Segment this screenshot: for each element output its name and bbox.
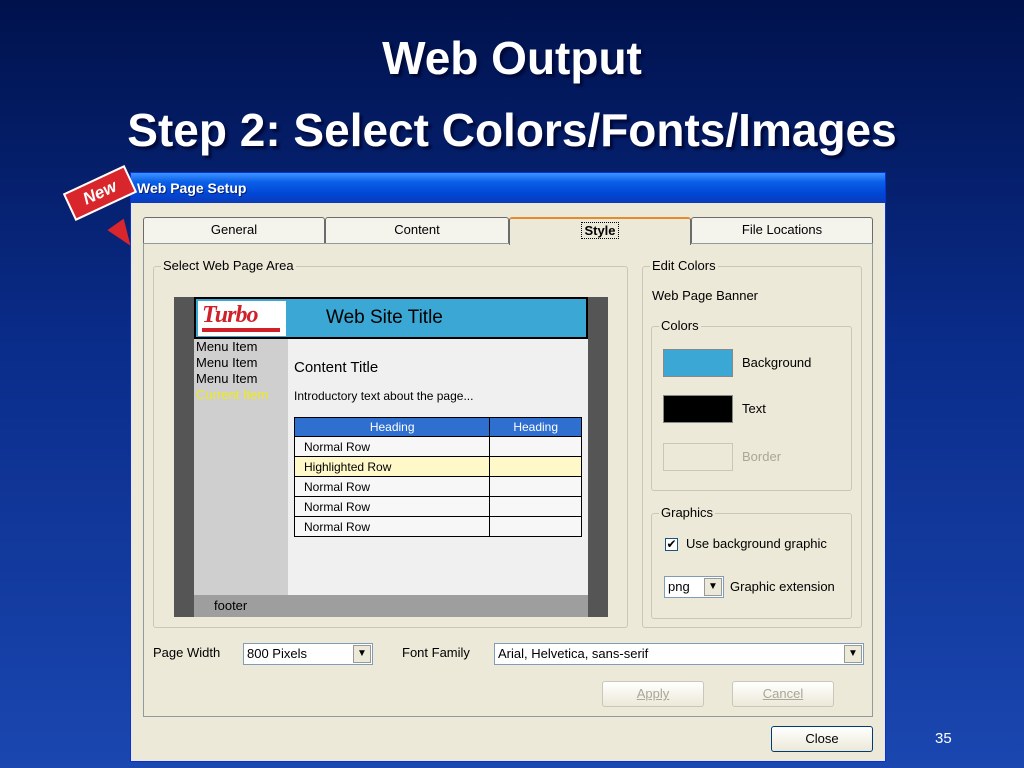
use-background-graphic-checkbox[interactable]: ✔ xyxy=(665,538,678,551)
web-page-preview[interactable]: Turbo Web Site Title Menu Item Menu Item… xyxy=(174,297,608,617)
dialog-titlebar: Web Page Setup xyxy=(131,173,885,203)
colors-group: Colors Background Text Border xyxy=(651,318,852,491)
font-family-select[interactable]: Arial, Helvetica, sans-serif ▼ xyxy=(494,643,864,665)
chevron-down-icon[interactable]: ▼ xyxy=(844,645,862,663)
logo-text: Turbo xyxy=(202,302,258,328)
cancel-button[interactable]: Cancel xyxy=(732,681,834,707)
font-family-value: Arial, Helvetica, sans-serif xyxy=(498,646,649,661)
tab-style-label: Style xyxy=(581,222,619,239)
preview-table-heading: Heading xyxy=(489,417,582,437)
preview-banner[interactable]: Turbo Web Site Title xyxy=(194,297,588,339)
selected-area-label: Web Page Banner xyxy=(652,288,758,303)
preview-menu[interactable]: Menu Item Menu Item Menu Item Current It… xyxy=(194,339,288,595)
background-color-label: Background xyxy=(742,355,812,370)
apply-button[interactable]: Apply xyxy=(602,681,704,707)
tab-general[interactable]: General xyxy=(143,217,325,243)
use-background-graphic-label: Use background graphic xyxy=(686,536,827,551)
text-color-label: Text xyxy=(742,401,766,416)
empty-cell xyxy=(489,516,582,537)
style-tab-panel: Select Web Page Area Turbo Web Site Titl… xyxy=(143,243,873,717)
graphic-extension-label: Graphic extension xyxy=(730,579,835,594)
close-button[interactable]: Close xyxy=(771,726,873,752)
preview-footer[interactable]: footer xyxy=(194,595,588,617)
tab-style[interactable]: Style xyxy=(509,217,691,245)
background-color-swatch[interactable] xyxy=(663,349,733,377)
font-family-label: Font Family xyxy=(402,645,470,660)
turbo-logo: Turbo xyxy=(198,301,286,336)
page-width-value: 800 Pixels xyxy=(247,646,307,661)
preview-normal-row: Normal Row xyxy=(293,496,491,517)
checkmark-icon: ✔ xyxy=(666,537,677,551)
slide-number: 35 xyxy=(935,730,952,747)
tab-file-locations[interactable]: File Locations xyxy=(691,217,873,243)
web-page-setup-dialog: Web Page Setup General Content Style Fil… xyxy=(130,172,886,762)
preview-table-heading: Heading xyxy=(293,417,491,437)
tab-content[interactable]: Content xyxy=(325,217,509,243)
cancel-button-label: Cancel xyxy=(762,686,804,701)
slide-title-line2: Step 2: Select Colors/Fonts/Images xyxy=(127,104,897,156)
empty-cell xyxy=(489,436,582,457)
edit-colors-group: Edit Colors Web Page Banner Colors Backg… xyxy=(642,258,862,628)
preview-normal-row: Normal Row xyxy=(293,476,491,497)
page-width-label: Page Width xyxy=(153,645,221,660)
preview-normal-row: Normal Row xyxy=(293,436,491,457)
graphic-extension-select[interactable]: png ▼ xyxy=(664,576,724,598)
preview-intro-text: Introductory text about the page... xyxy=(294,389,474,403)
slide-title-line1: Web Output xyxy=(382,32,642,84)
preview-current-item: Current Item xyxy=(196,387,269,402)
preview-menu-item: Menu Item xyxy=(196,355,258,370)
preview-menu-item: Menu Item xyxy=(196,339,258,354)
chevron-down-icon[interactable]: ▼ xyxy=(704,578,722,596)
preview-highlighted-row: Highlighted Row xyxy=(293,456,491,477)
border-color-swatch xyxy=(663,443,733,471)
preview-content-title: Content Title xyxy=(294,359,379,376)
graphics-group: Graphics ✔ Use background graphic png ▼ … xyxy=(651,505,852,619)
graphics-group-label: Graphics xyxy=(659,505,716,521)
colors-group-label: Colors xyxy=(659,318,701,334)
preview-menu-item: Menu Item xyxy=(196,371,258,386)
empty-cell xyxy=(489,456,582,477)
preview-table[interactable]: Heading Heading Normal Row Highlighted R… xyxy=(293,417,582,537)
select-web-page-area-label: Select Web Page Area xyxy=(161,258,296,274)
preview-content[interactable]: Content Title Introductory text about th… xyxy=(288,339,588,595)
preview-site-title: Web Site Title xyxy=(326,307,443,328)
empty-cell xyxy=(489,496,582,517)
apply-button-label: Apply xyxy=(636,686,670,701)
border-color-label: Border xyxy=(742,449,782,464)
text-color-swatch[interactable] xyxy=(663,395,733,423)
edit-colors-label: Edit Colors xyxy=(650,258,718,274)
select-web-page-area-group: Select Web Page Area Turbo Web Site Titl… xyxy=(153,258,628,628)
new-badge: New xyxy=(62,165,138,221)
chevron-down-icon[interactable]: ▼ xyxy=(353,645,371,663)
page-width-select[interactable]: 800 Pixels ▼ xyxy=(243,643,373,665)
empty-cell xyxy=(489,476,582,497)
graphic-extension-value: png xyxy=(668,579,690,594)
preview-normal-row: Normal Row xyxy=(293,516,491,537)
logo-bar xyxy=(202,328,280,332)
